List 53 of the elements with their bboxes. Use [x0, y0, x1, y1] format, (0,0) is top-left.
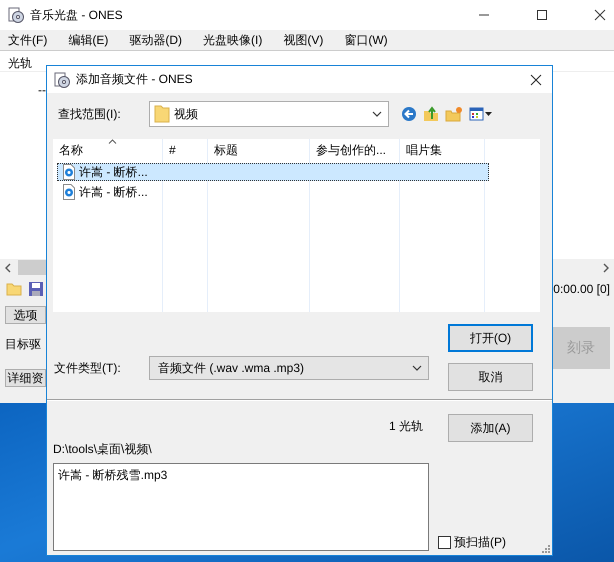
- column-header[interactable]: 标题: [208, 139, 310, 161]
- menu-item[interactable]: 窗口(W): [344, 32, 397, 48]
- resize-grip-icon: [542, 545, 550, 553]
- time-readout: 0:00.00 [0]: [553, 282, 611, 296]
- audio-file-icon: [63, 164, 75, 180]
- details-button[interactable]: 详细资: [5, 369, 46, 387]
- file-type-dropdown[interactable]: 音频文件 (.wav .wma .mp3): [149, 356, 429, 380]
- chevron-down-icon: [372, 111, 382, 117]
- file-name: 许嵩 - 断桥...: [79, 184, 148, 200]
- file-type-label: 文件类型(T):: [54, 360, 122, 376]
- file-row[interactable]: 许嵩 - 断桥...: [57, 163, 489, 181]
- app-icon: [54, 72, 70, 88]
- target-label: 目标驱: [5, 336, 41, 353]
- look-in-dropdown[interactable]: 视频: [149, 101, 389, 127]
- file-row[interactable]: 许嵩 - 断桥...: [57, 183, 489, 201]
- dialog-title: 添加音频文件 - ONES: [76, 71, 193, 88]
- scroll-thumb[interactable]: [18, 260, 48, 275]
- menu-item[interactable]: 光盘映像(I): [203, 32, 272, 48]
- maximize-icon[interactable]: [536, 9, 548, 21]
- scroll-right-icon[interactable]: [602, 262, 610, 272]
- window-title: 音乐光盘 - ONES: [30, 6, 123, 24]
- close-icon[interactable]: [594, 9, 606, 21]
- menu-item[interactable]: 文件(F): [8, 32, 56, 48]
- back-icon[interactable]: [401, 106, 417, 122]
- column-header[interactable]: 名称: [53, 139, 163, 161]
- menu-item[interactable]: 驱动器(D): [129, 32, 191, 48]
- look-in-label: 查找范围(I):: [58, 106, 122, 122]
- folder-icon: [154, 105, 170, 123]
- menu-item[interactable]: 视图(V): [283, 32, 332, 48]
- save-icon[interactable]: [28, 281, 44, 297]
- open-button[interactable]: 打开(O): [448, 324, 533, 352]
- table-cell: --: [38, 83, 46, 97]
- view-menu-icon[interactable]: [469, 106, 493, 122]
- checkbox[interactable]: [438, 536, 451, 549]
- app-icon: [8, 7, 24, 23]
- close-icon[interactable]: [530, 74, 542, 86]
- track-count: 1 光轨: [388, 418, 423, 435]
- column-header[interactable]: 唱片集: [400, 139, 485, 161]
- options-button[interactable]: 选项: [5, 306, 46, 324]
- path-label: D:\tools\桌面\视频\: [53, 441, 153, 458]
- folder-up-icon[interactable]: [423, 106, 439, 122]
- checkbox-label: 预扫描(P): [454, 534, 506, 551]
- menu-item[interactable]: 编辑(E): [68, 32, 118, 48]
- chevron-down-icon: [412, 365, 422, 371]
- audio-file-icon: [63, 184, 75, 200]
- column-header[interactable]: 光轨: [8, 55, 32, 72]
- selection-field[interactable]: 许嵩 - 断桥残雪.mp3: [53, 463, 429, 551]
- column-header[interactable]: 参与创作的...: [310, 139, 400, 161]
- add-button[interactable]: 添加(A): [448, 414, 533, 442]
- cancel-button[interactable]: 取消: [448, 363, 533, 391]
- file-name: 许嵩 - 断桥...: [79, 164, 148, 180]
- column-header[interactable]: #: [163, 139, 208, 161]
- scroll-left-icon[interactable]: [4, 262, 12, 272]
